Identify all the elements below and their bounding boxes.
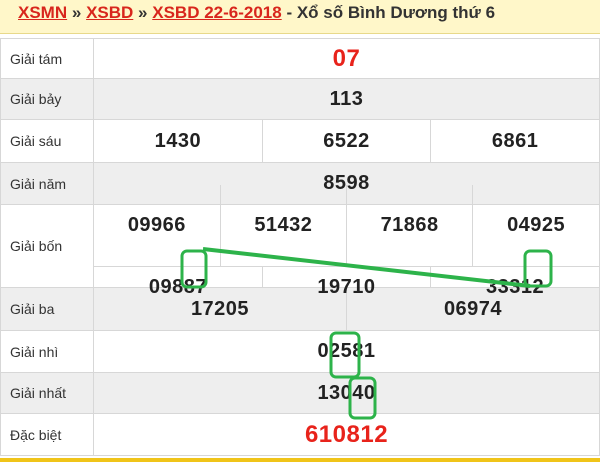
prize-row-g7: Giải bảy 113 [0,78,600,120]
prize-grid: 1430 6522 6861 [94,120,599,162]
prize-label: Giải bốn [0,204,94,288]
prize-number: 07 [93,38,600,79]
prize-label: Đặc biệt [0,413,94,456]
prize-row-g1: Giải nhất 13040 [0,372,600,414]
prize-number: 02581 [93,330,600,373]
breadcrumb-separator: » [71,3,82,22]
breadcrumb-separator: » [138,3,148,22]
prize-number: 09966 [94,184,221,267]
prize-label: Giải bảy [0,78,94,120]
prize-row-g2: Giải nhì 02581 [0,330,600,373]
prize-row-g4: Giải bốn 09966 51432 71868 04925 09887 1… [0,184,600,308]
breadcrumb-xsmn-link[interactable]: XSMN [18,3,67,22]
prize-label: Giải tám [0,38,94,79]
prize-cell-group: 09966 51432 71868 04925 09887 19710 3331… [93,184,600,308]
prize-number: 13040 [93,372,600,414]
breadcrumb: XSMN » XSBD » XSBD 22-6-2018 - Xổ số Bìn… [0,0,600,34]
prize-number: 6522 [261,120,432,162]
breadcrumb-xsbd-link[interactable]: XSBD [86,3,133,22]
breadcrumb-dash: - [286,3,293,22]
prize-number: 06974 [346,288,599,330]
bottom-border [0,458,600,462]
prize-label: Giải sáu [0,119,94,163]
prize-label: Giải nhì [0,330,94,373]
prize-label: Giải nhất [0,372,94,414]
prize-grid: 09966 51432 71868 04925 [94,184,599,267]
prize-number: 6861 [430,120,599,162]
prize-number: 113 [93,78,600,120]
page-title: Xổ số Bình Dương thứ 6 [296,3,496,22]
prize-row-db: Đặc biệt 610812 [0,413,600,456]
prize-number: 04925 [472,184,599,267]
prize-number: 610812 [93,413,600,456]
prize-row-g8: Giải tám 07 [0,38,600,79]
breadcrumb-date-link[interactable]: XSBD 22-6-2018 [152,3,281,22]
prize-number: 1430 [94,120,263,162]
prize-cell-group: 1430 6522 6861 [93,119,600,163]
results-table: Giải tám 07 Giải bảy 113 Giải sáu 1430 6… [0,38,600,456]
prize-label: Giải ba [0,287,94,331]
prize-number: 71868 [345,184,474,267]
prize-number: 51432 [219,184,348,267]
prize-number: 17205 [94,288,347,330]
prize-row-g6: Giải sáu 1430 6522 6861 [0,119,600,163]
prize-label: Giải năm [0,162,94,205]
